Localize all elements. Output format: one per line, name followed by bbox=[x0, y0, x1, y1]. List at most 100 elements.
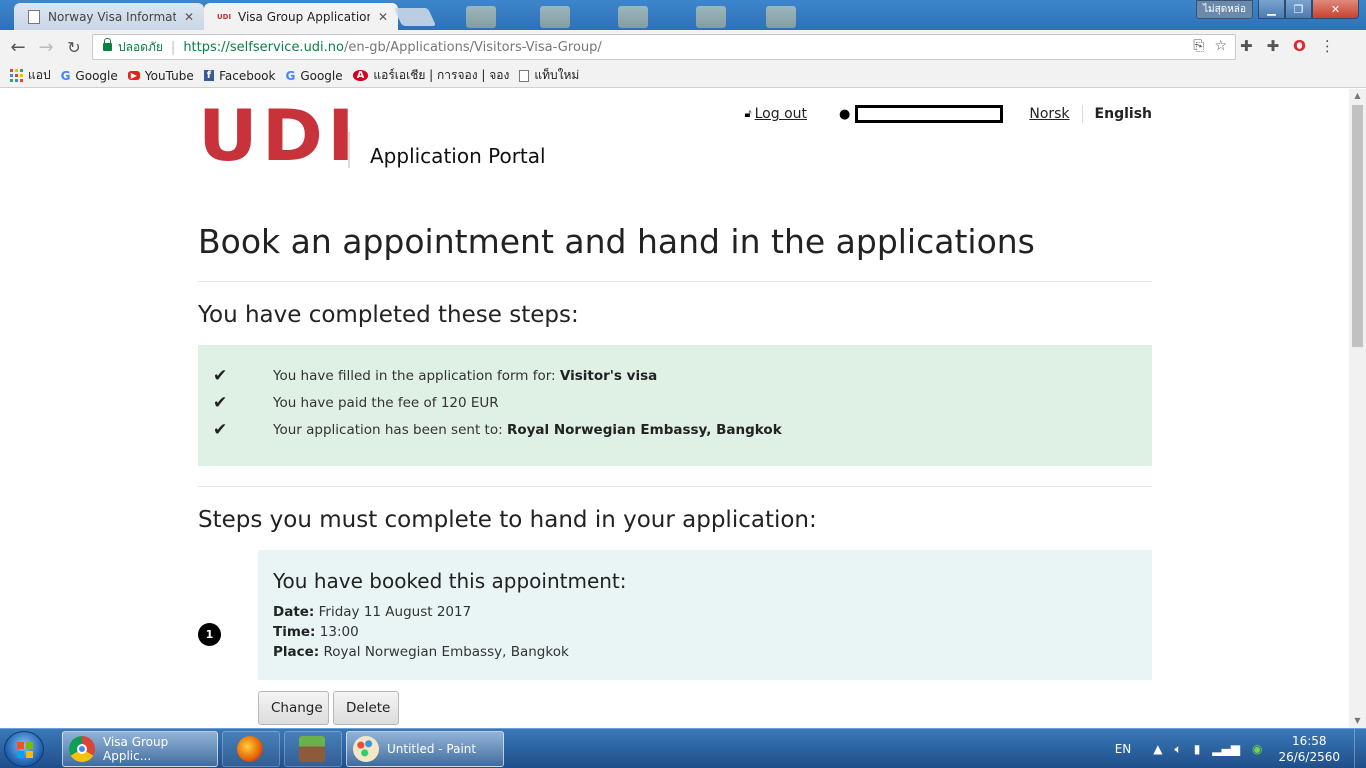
window-controls: ▁ ❐ ✕ bbox=[1258, 0, 1359, 19]
bookmark-new-tab[interactable]: แท็บใหม่ bbox=[519, 66, 579, 85]
portal-title: Application Portal bbox=[370, 144, 546, 168]
show-hidden-icons-icon[interactable]: ▲ bbox=[1153, 742, 1162, 756]
tab-title: Visa Group Application - bbox=[238, 9, 370, 24]
scroll-up-icon[interactable]: ▲ bbox=[1349, 89, 1366, 103]
power-icon[interactable]: ▮ bbox=[1194, 742, 1201, 756]
top-links: 🔓︎ Log out ● Norsk English bbox=[744, 105, 1152, 123]
clock-time: 16:58 bbox=[1291, 734, 1327, 748]
logout-label[interactable]: Log out bbox=[755, 106, 807, 122]
airasia-icon: A bbox=[352, 70, 369, 81]
url-host: https://selfservice.udi.no bbox=[183, 39, 344, 55]
date-value: Friday 11 August 2017 bbox=[318, 604, 472, 620]
opera-icon[interactable]: O bbox=[1293, 37, 1306, 55]
taskbar-paint[interactable]: Untitled - Paint bbox=[346, 731, 504, 767]
tab-close-icon[interactable]: ✕ bbox=[378, 10, 388, 24]
taskbar-label: Untitled - Paint bbox=[387, 742, 477, 756]
bookmark-facebook[interactable]: f Facebook bbox=[203, 69, 275, 83]
back-icon[interactable]: ← bbox=[4, 37, 32, 58]
taskbar-firefox[interactable] bbox=[222, 731, 280, 767]
google-icon: G bbox=[285, 68, 296, 83]
step-number-badge: 1 bbox=[198, 623, 221, 646]
extension-puzzle-icon[interactable]: ✚ bbox=[1240, 37, 1253, 55]
maximize-button[interactable]: ❐ bbox=[1285, 0, 1312, 19]
bookmark-google[interactable]: G Google bbox=[61, 69, 118, 83]
network-signal-icon[interactable]: ▂▄▆ bbox=[1212, 742, 1240, 756]
bookmark-apps[interactable]: แอป bbox=[10, 66, 51, 85]
bookmarks-bar: แอป G Google ▶ YouTube f Facebook G Goog… bbox=[0, 64, 1366, 88]
completed-step-text: You have paid the fee of 120 EUR bbox=[273, 395, 499, 411]
step-bold: Royal Norwegian Embassy, Bangkok bbox=[506, 422, 782, 438]
start-button[interactable] bbox=[4, 731, 44, 767]
taskbar-chrome[interactable]: Visa Group Applic... bbox=[62, 731, 218, 767]
user-info: ● bbox=[839, 105, 1004, 123]
lock-icon bbox=[103, 38, 112, 51]
redacted-username bbox=[855, 105, 1004, 123]
bookmark-star-icon[interactable]: ☆ bbox=[1214, 38, 1227, 54]
bookmark-google-2[interactable]: G Google bbox=[285, 69, 342, 83]
step-text: Your application has been sent to: bbox=[273, 422, 507, 438]
page-icon bbox=[519, 69, 530, 82]
appointment-time: Time: 13:00 bbox=[273, 624, 359, 640]
paint-icon bbox=[353, 736, 379, 762]
language-divider bbox=[1081, 105, 1083, 123]
appointment-title: You have booked this appointment: bbox=[273, 569, 627, 593]
profile-badge[interactable]: ไม่สุดหล่อ bbox=[1196, 0, 1253, 19]
unlock-icon: 🔓︎ bbox=[744, 107, 752, 120]
firefox-icon bbox=[237, 736, 263, 762]
completed-steps-heading: You have completed these steps: bbox=[198, 302, 579, 328]
desktop-icon bbox=[466, 6, 496, 28]
extension-icons: ✚ ✚ O ⋮ bbox=[1240, 37, 1335, 55]
user-icon: ● bbox=[839, 106, 851, 122]
tab-visa-group-application[interactable]: UDI Visa Group Application - ✕ bbox=[204, 3, 398, 30]
secure-label: ปลอดภัย bbox=[118, 39, 163, 54]
checkmark-icon: ✔ bbox=[213, 366, 228, 386]
reload-icon[interactable]: ↻ bbox=[60, 38, 88, 57]
apps-grid-icon bbox=[10, 69, 23, 82]
youtube-icon: ▶ bbox=[127, 71, 140, 80]
extension-puzzle-icon[interactable]: ✚ bbox=[1267, 37, 1280, 55]
close-window-button[interactable]: ✕ bbox=[1312, 0, 1359, 19]
new-tab-button[interactable] bbox=[393, 8, 437, 26]
minimize-button[interactable]: ▁ bbox=[1258, 0, 1285, 19]
translate-icon[interactable]: ⎘ bbox=[1193, 38, 1204, 54]
menu-kebab-icon[interactable]: ⋮ bbox=[1320, 37, 1335, 55]
change-appointment-button[interactable]: Change bbox=[258, 691, 329, 725]
bookmark-label: Google bbox=[300, 68, 343, 83]
language-norsk-link[interactable]: Norsk bbox=[1029, 106, 1069, 122]
bookmark-label: แอร์เอเชีย | การจอง | จอง bbox=[373, 68, 510, 82]
page-scrollbar[interactable]: ▲ ▼ bbox=[1349, 89, 1366, 728]
page-icon bbox=[28, 9, 40, 24]
delete-appointment-button[interactable]: Delete bbox=[333, 691, 399, 725]
minecraft-icon bbox=[299, 736, 325, 762]
taskbar-minecraft[interactable] bbox=[284, 731, 342, 767]
divider bbox=[198, 486, 1152, 487]
scroll-thumb[interactable] bbox=[1352, 105, 1363, 347]
language-indicator[interactable]: EN bbox=[1115, 742, 1132, 756]
show-desktop-button[interactable] bbox=[1354, 729, 1366, 768]
step-text: You have filled in the application form … bbox=[273, 368, 560, 384]
bookmark-label: YouTube bbox=[144, 68, 194, 83]
bookmark-youtube[interactable]: ▶ YouTube bbox=[127, 68, 194, 83]
volume-icon[interactable]: 🔈︎ bbox=[1174, 742, 1181, 757]
bookmark-label: แอป bbox=[28, 68, 51, 82]
scroll-down-icon[interactable]: ▼ bbox=[1349, 714, 1366, 728]
windows-logo-icon bbox=[17, 742, 33, 758]
appointment-box: You have booked this appointment: Date: … bbox=[258, 550, 1152, 680]
divider bbox=[198, 281, 1152, 282]
status-circle-icon[interactable]: ◉ bbox=[1252, 742, 1262, 756]
udi-logo[interactable]: UDI bbox=[198, 101, 359, 171]
tab-title: Norway Visa Information bbox=[48, 9, 176, 24]
tab-close-icon[interactable]: ✕ bbox=[184, 10, 194, 24]
address-separator: | bbox=[170, 39, 176, 55]
completed-step-text: Your application has been sent to: Royal… bbox=[273, 422, 782, 438]
clock[interactable]: 16:58 26/6/2560 bbox=[1278, 733, 1340, 765]
language-english: English bbox=[1094, 106, 1152, 122]
forward-icon[interactable]: → bbox=[32, 37, 60, 58]
logout-link[interactable]: 🔓︎ Log out bbox=[744, 106, 807, 122]
tab-norway-visa-information[interactable]: Norway Visa Information ✕ bbox=[14, 3, 204, 30]
time-value: 13:00 bbox=[319, 624, 359, 640]
logo-divider bbox=[348, 132, 350, 168]
bookmark-airasia[interactable]: A แอร์เอเชีย | การจอง | จอง bbox=[352, 66, 510, 85]
google-icon: G bbox=[60, 68, 71, 83]
address-bar[interactable]: ปลอดภัย | https://selfservice.udi.no/en-… bbox=[92, 34, 1236, 60]
